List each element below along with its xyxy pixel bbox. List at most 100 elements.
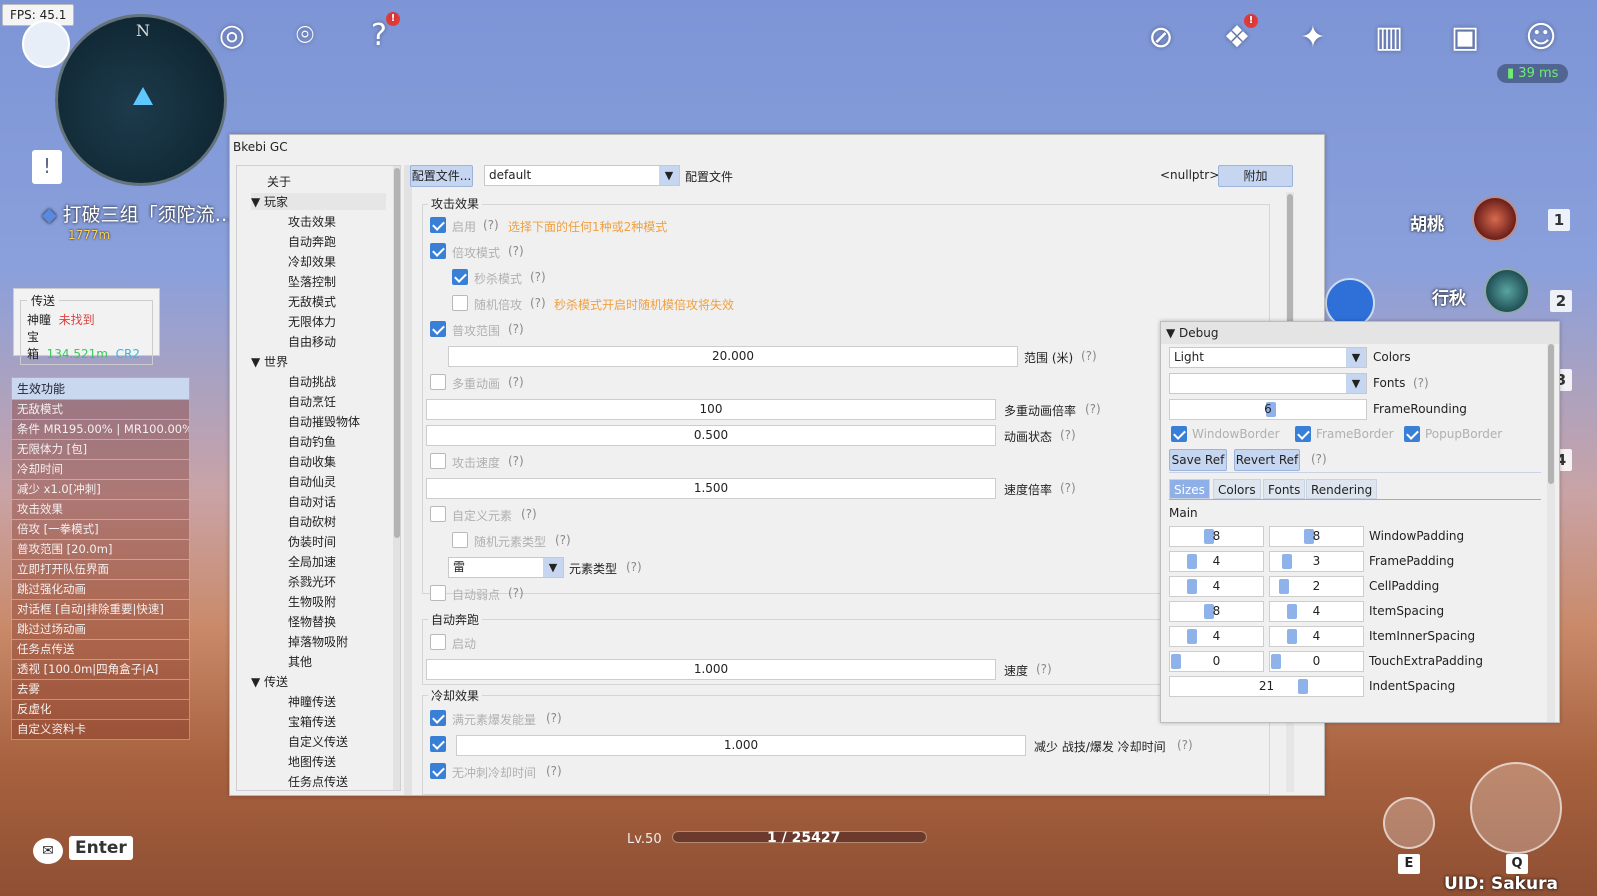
target-icon[interactable]: ◎ [209, 12, 255, 58]
tree-item[interactable]: 无敌模式 [288, 293, 336, 310]
tree-item[interactable]: 自动砍树 [288, 513, 336, 530]
debug-title-bar[interactable]: ▼ Debug [1161, 322, 1559, 344]
book-icon[interactable]: ▥ [1366, 14, 1412, 60]
party-avatar-hutao[interactable] [1472, 196, 1518, 242]
debug-scrollbar[interactable] [1547, 342, 1555, 722]
help-marker[interactable]: (?) [483, 218, 499, 232]
colors-select[interactable]: Light ▼ [1169, 347, 1367, 368]
help-marker[interactable]: (?) [546, 711, 562, 725]
help-marker[interactable]: (?) [1081, 349, 1097, 363]
element-select[interactable]: 雷 ▼ [448, 557, 564, 578]
frame-padding-x-slider[interactable]: 4 [1169, 551, 1264, 572]
elemental-skill-button[interactable] [1383, 797, 1435, 849]
attach-button[interactable]: 附加 [1218, 165, 1293, 187]
touch-extra-padding-y-slider[interactable]: 0 [1269, 651, 1364, 672]
slider-knob[interactable] [1282, 554, 1292, 569]
help-marker[interactable]: (?) [508, 244, 524, 258]
item-inner-spacing-y-slider[interactable]: 4 [1269, 626, 1364, 647]
tree-item[interactable]: 自动摧毁物体 [288, 413, 360, 430]
indent-spacing-slider[interactable]: 21 [1169, 676, 1364, 697]
attack-speed-checkbox[interactable] [430, 453, 446, 469]
slider-knob[interactable] [1287, 629, 1297, 644]
item-spacing-x-slider[interactable]: 8 [1169, 601, 1264, 622]
tree-group-teleport[interactable]: ▼ 传送 [251, 673, 288, 690]
range-checkbox[interactable] [430, 321, 446, 337]
tree-group-world[interactable]: ▼ 世界 [251, 353, 288, 370]
tab-rendering[interactable]: Rendering [1306, 479, 1378, 499]
random-element-checkbox[interactable] [452, 532, 468, 548]
help-marker[interactable]: (?) [508, 586, 524, 600]
tab-sizes[interactable]: Sizes [1169, 479, 1210, 499]
slider-knob[interactable] [1187, 629, 1197, 644]
tree-item[interactable]: 生物吸附 [288, 593, 336, 610]
slider-knob[interactable] [1271, 654, 1281, 669]
help-marker[interactable]: (?) [1036, 662, 1052, 676]
tree-item[interactable]: 自定义传送 [288, 733, 348, 750]
minimap[interactable]: N [55, 14, 227, 186]
tree-item[interactable]: 自动烹饪 [288, 393, 336, 410]
item-inner-spacing-x-slider[interactable]: 4 [1169, 626, 1264, 647]
help-marker[interactable]: (?) [508, 322, 524, 336]
tree-item[interactable]: 自动钓鱼 [288, 433, 336, 450]
tree-group-player[interactable]: ▼ 玩家 [251, 193, 386, 210]
help-marker[interactable]: (?) [1060, 428, 1076, 442]
tree-item-about[interactable]: 关于 [267, 173, 291, 190]
slider-knob[interactable] [1171, 654, 1181, 669]
slider-knob[interactable] [1279, 579, 1289, 594]
tree-item[interactable]: 伪装时间 [288, 533, 336, 550]
frame-rounding-slider[interactable]: 6 [1169, 399, 1367, 420]
tree-item[interactable]: 冷却效果 [288, 253, 336, 270]
tree-item[interactable]: 全局加速 [288, 553, 336, 570]
tree-item[interactable]: 宝箱传送 [288, 713, 336, 730]
tree-item[interactable]: 神瞳传送 [288, 693, 336, 710]
tree-item[interactable]: 自动仙灵 [288, 473, 336, 490]
tree-item[interactable]: 坠落控制 [288, 273, 336, 290]
tree-item[interactable]: 自由移动 [288, 333, 336, 350]
help-marker[interactable]: (?) [508, 375, 524, 389]
help-marker[interactable]: (?) [546, 764, 562, 778]
profile-select[interactable]: default ▼ [484, 165, 680, 186]
revert-ref-button[interactable]: Revert Ref [1234, 449, 1300, 471]
range-slider[interactable]: 20.000 [448, 346, 1018, 367]
tree-item[interactable]: 自动收集 [288, 453, 336, 470]
anim-multiplier-slider[interactable]: 100 [426, 399, 996, 420]
tab-colors[interactable]: Colors [1213, 479, 1261, 499]
fonts-select[interactable]: ▼ [1169, 373, 1367, 394]
help-marker[interactable]: (?) [1413, 376, 1429, 390]
chat-enter-key[interactable]: Enter [69, 836, 133, 860]
help-marker[interactable]: (?) [530, 296, 546, 310]
help-marker[interactable]: (?) [530, 270, 546, 284]
party-avatar-xingqiu[interactable] [1484, 268, 1530, 314]
wish-icon[interactable]: ❖! [1214, 14, 1260, 60]
tree-item[interactable]: 自动对话 [288, 493, 336, 510]
config-file-button[interactable]: 配置文件... [410, 165, 473, 187]
tree-item[interactable]: 自动奔跑 [288, 233, 336, 250]
tree-item[interactable]: 地图传送 [288, 753, 336, 770]
elemental-burst-button[interactable] [1470, 762, 1562, 854]
multi-anim-checkbox[interactable] [430, 374, 446, 390]
tree-item[interactable]: 攻击效果 [288, 213, 336, 230]
reduce-cooldown-slider[interactable]: 1.000 [456, 735, 1026, 756]
window-padding-y-slider[interactable]: 8 [1269, 526, 1364, 547]
tree-item[interactable]: 怪物替换 [288, 613, 336, 630]
tree-scrollbar[interactable] [393, 166, 400, 790]
party-slot-number[interactable]: 2 [1550, 290, 1572, 312]
auto-weakpoint-checkbox[interactable] [430, 585, 446, 601]
slider-knob[interactable] [1298, 679, 1308, 694]
tree-item[interactable]: 任务点传送 [288, 773, 348, 790]
help-marker[interactable]: (?) [626, 560, 642, 574]
tree-item[interactable]: 其他 [288, 653, 312, 670]
touch-extra-padding-x-slider[interactable]: 0 [1169, 651, 1264, 672]
slider-knob[interactable] [1187, 579, 1197, 594]
speed-multiplier-slider[interactable]: 1.500 [426, 478, 996, 499]
debug-window[interactable]: ▼ Debug Light ▼ Colors ▼ Fonts (?) 6 Fram… [1160, 321, 1560, 723]
attack-enable-checkbox[interactable] [430, 217, 446, 233]
help-marker[interactable]: (?) [521, 507, 537, 521]
tree-item[interactable]: 无限体力 [288, 313, 336, 330]
quest-title[interactable]: ◆ 打破三组「须陀流… [42, 200, 234, 227]
slider-knob[interactable] [1187, 554, 1197, 569]
one-punch-checkbox[interactable] [452, 269, 468, 285]
tree-item[interactable]: 掉落物吸附 [288, 633, 348, 650]
location-icon[interactable]: ⌾ [282, 12, 328, 58]
cell-padding-y-slider[interactable]: 2 [1269, 576, 1364, 597]
